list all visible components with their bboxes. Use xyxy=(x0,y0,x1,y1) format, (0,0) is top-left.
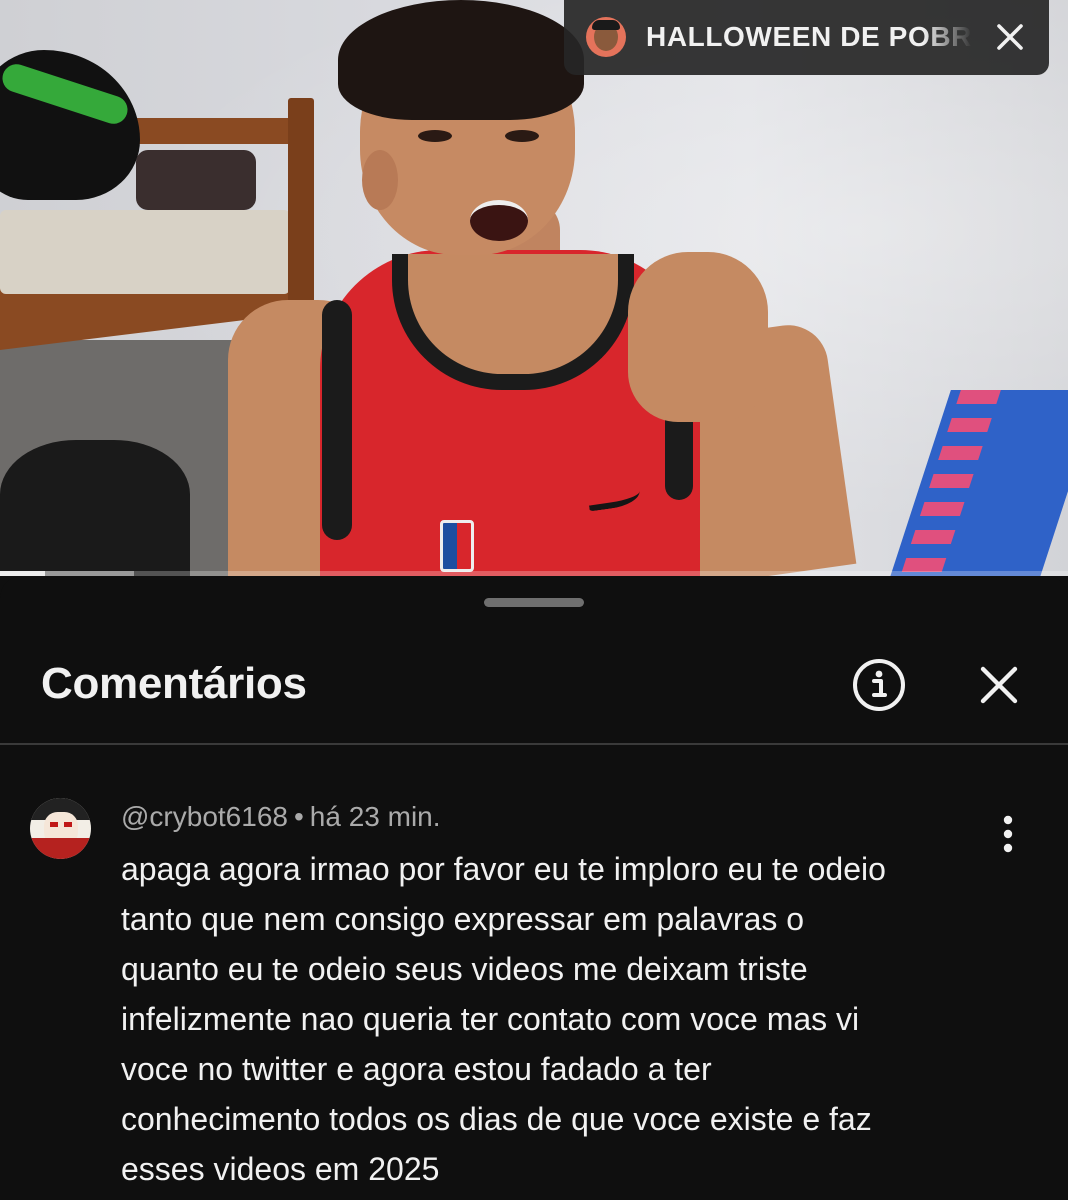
close-comments-button[interactable] xyxy=(975,661,1023,709)
channel-avatar-hair xyxy=(592,20,620,30)
comments-title: Comentários xyxy=(41,659,307,708)
now-playing-title[interactable]: HALLOWEEN DE POBRE xyxy=(646,20,972,54)
now-playing-close-button[interactable] xyxy=(990,17,1030,57)
close-icon xyxy=(980,666,1018,704)
video-jersey-league-logo xyxy=(440,520,474,572)
comment-text-line: conhecimento todos os dias de que voce e… xyxy=(121,1101,872,1137)
channel-avatar[interactable] xyxy=(586,17,626,57)
info-button[interactable] xyxy=(851,657,907,713)
video-person-ear xyxy=(362,150,398,210)
close-icon xyxy=(997,24,1023,50)
video-person-eye xyxy=(418,130,452,142)
comments-panel: Comentários @crybot6168 • há 23 min. apa… xyxy=(0,576,1068,1200)
video-scene-mattress xyxy=(0,210,290,294)
now-playing-chip[interactable]: HALLOWEEN DE POBRE xyxy=(564,0,1049,75)
comment-meta: @crybot6168 • há 23 min. xyxy=(121,800,441,834)
video-person-eye xyxy=(505,130,539,142)
comment-author[interactable]: @crybot6168 xyxy=(121,801,288,832)
comment-time: há 23 min. xyxy=(309,801,441,832)
commenter-avatar-eye xyxy=(50,822,58,827)
comment-text-line: apaga agora irmao por favor eu te implor… xyxy=(121,851,886,887)
comment-text-line: esses videos em 2025 xyxy=(121,1151,440,1187)
comment-text: apaga agora irmao por favor eu te implor… xyxy=(121,844,1021,1194)
commenter-avatar-collar xyxy=(30,838,91,859)
comment-text-line: tanto que nem consigo expressar em palav… xyxy=(121,901,805,937)
header-divider xyxy=(0,743,1068,745)
video-player[interactable] xyxy=(0,0,1068,576)
video-person-mouth xyxy=(470,200,528,241)
comment-text-line: voce no twitter e agora estou fadado a t… xyxy=(121,1051,712,1087)
comment-meta-separator: • xyxy=(293,801,304,832)
video-scene-object xyxy=(0,440,190,576)
video-person-jersey-trim xyxy=(322,300,352,540)
info-icon xyxy=(853,659,905,711)
comment-text-line: quanto eu te odeio seus videos me deixam… xyxy=(121,951,808,987)
drag-handle[interactable] xyxy=(484,598,584,607)
video-person-hair xyxy=(338,0,584,120)
commenter-avatar[interactable] xyxy=(30,798,91,859)
video-person-hand xyxy=(628,252,768,422)
video-scene-clutter xyxy=(136,150,256,210)
comment-text-line: infelizmente nao queria ter contato com … xyxy=(121,1001,860,1037)
commenter-avatar-eye xyxy=(64,822,72,827)
